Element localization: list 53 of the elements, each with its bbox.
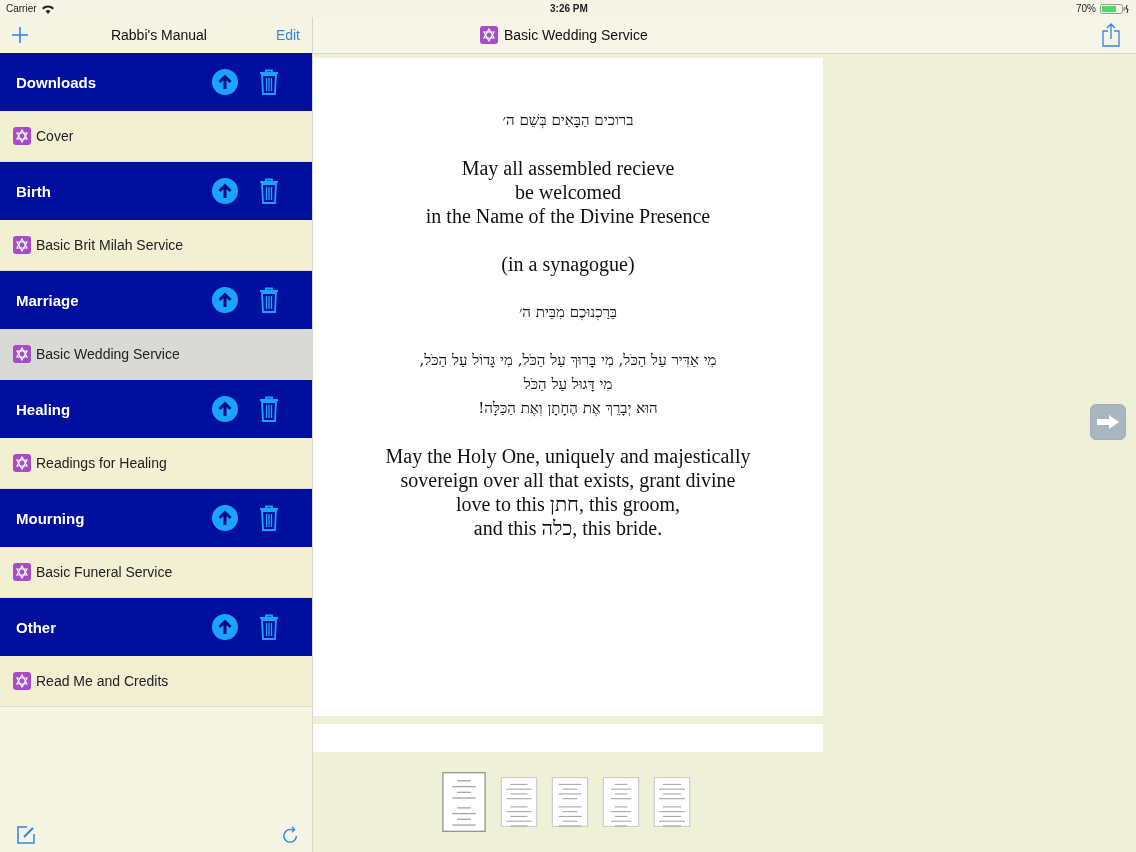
- page-thumbnail[interactable]: [551, 777, 589, 827]
- upload-icon[interactable]: [212, 505, 238, 531]
- battery-percent: 70%: [1076, 3, 1096, 14]
- document-title: Basic Wedding Service: [504, 27, 648, 43]
- upload-icon[interactable]: [212, 69, 238, 95]
- trash-icon[interactable]: [259, 505, 279, 531]
- star-of-david-icon: [13, 345, 31, 363]
- page-thumbnail[interactable]: [500, 777, 538, 827]
- star-of-david-icon: [13, 127, 31, 145]
- sidebar-title: Rabbi's Manual: [109, 27, 207, 43]
- star-of-david-icon: [13, 672, 31, 690]
- page-paragraph: May all assembled recieve be welcomed in the Name of the Divine Presence: [424, 156, 712, 228]
- compose-icon[interactable]: [16, 825, 36, 845]
- refresh-icon[interactable]: [282, 825, 300, 845]
- upload-icon[interactable]: [212, 178, 238, 204]
- page-paragraph: (in a synagogue): [500, 252, 636, 276]
- section-title: Mourning: [16, 509, 86, 527]
- sidebar-item[interactable]: Basic Brit Milah Service: [0, 220, 312, 271]
- star-of-david-icon: [480, 26, 498, 44]
- page-thumbnail[interactable]: [602, 777, 640, 827]
- trash-icon[interactable]: [259, 178, 279, 204]
- sidebar-item[interactable]: Basic Wedding Service: [0, 329, 312, 380]
- upload-icon[interactable]: [212, 396, 238, 422]
- sidebar-item[interactable]: Basic Funeral Service: [0, 547, 312, 598]
- upload-icon[interactable]: [212, 614, 238, 640]
- trash-icon[interactable]: [259, 396, 279, 422]
- section-title: Healing: [16, 400, 72, 418]
- battery-icon: [1100, 3, 1130, 14]
- upload-icon[interactable]: [212, 287, 238, 313]
- section-title: Marriage: [16, 291, 80, 309]
- carrier-label: Carrier: [6, 3, 37, 14]
- page-paragraph: בֵּרַכְנוּכֶם מִבֵּית ה׳: [517, 302, 619, 323]
- page-thumbnail[interactable]: [441, 772, 487, 832]
- share-icon[interactable]: [1102, 23, 1120, 47]
- star-of-david-icon: [13, 236, 31, 254]
- section-title: Other: [16, 618, 57, 636]
- sidebar-item[interactable]: Cover: [0, 111, 312, 162]
- page-thumbnail[interactable]: [653, 777, 691, 827]
- arrow-icon: [1096, 414, 1120, 430]
- status-time: 3:26 PM: [550, 3, 588, 14]
- sidebar-item[interactable]: Readings for Healing: [0, 438, 312, 489]
- page-paragraph: מִי אַדִּיר עַל הַכֹּל, מִי בָּרוּךְ עַל הַכֹּל, מִי גָּדוֹל עַל הַכֹּל, מִי דָּגוּל עַל הַכֹּל הוּא יְבָרֵךְ אֶת הֶחָתָן וְאֶת הַכַּלָּה!: [418, 350, 718, 419]
- wifi-icon: [40, 3, 55, 14]
- trash-icon[interactable]: [259, 614, 279, 640]
- page-paragraph: ברוכים הַבָּאִים בְּשֵׁם ה׳: [501, 110, 635, 131]
- star-of-david-icon: [13, 454, 31, 472]
- star-of-david-icon: [13, 563, 31, 581]
- add-icon[interactable]: [12, 27, 28, 43]
- trash-icon[interactable]: [259, 69, 279, 95]
- trash-icon[interactable]: [259, 287, 279, 313]
- sidebar-item[interactable]: Read Me and Credits: [0, 656, 312, 707]
- section-title: Downloads: [16, 73, 97, 91]
- section-title: Birth: [16, 182, 52, 200]
